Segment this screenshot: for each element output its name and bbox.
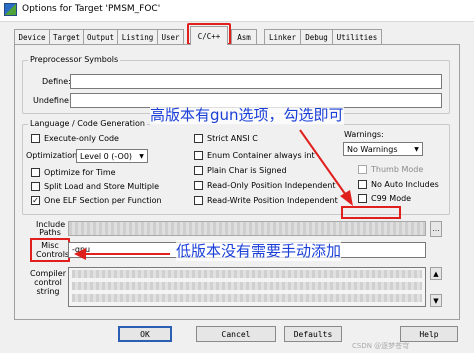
arrowhead-icon xyxy=(74,248,86,260)
watermark: CSDN @逐梦苍穹 xyxy=(352,342,410,350)
arrowhead-icon xyxy=(340,190,353,206)
tab-c-cpp[interactable]: C/C++ xyxy=(190,26,228,45)
annotation-arrows xyxy=(74,129,353,260)
arrow-to-c99-mode xyxy=(299,129,349,199)
